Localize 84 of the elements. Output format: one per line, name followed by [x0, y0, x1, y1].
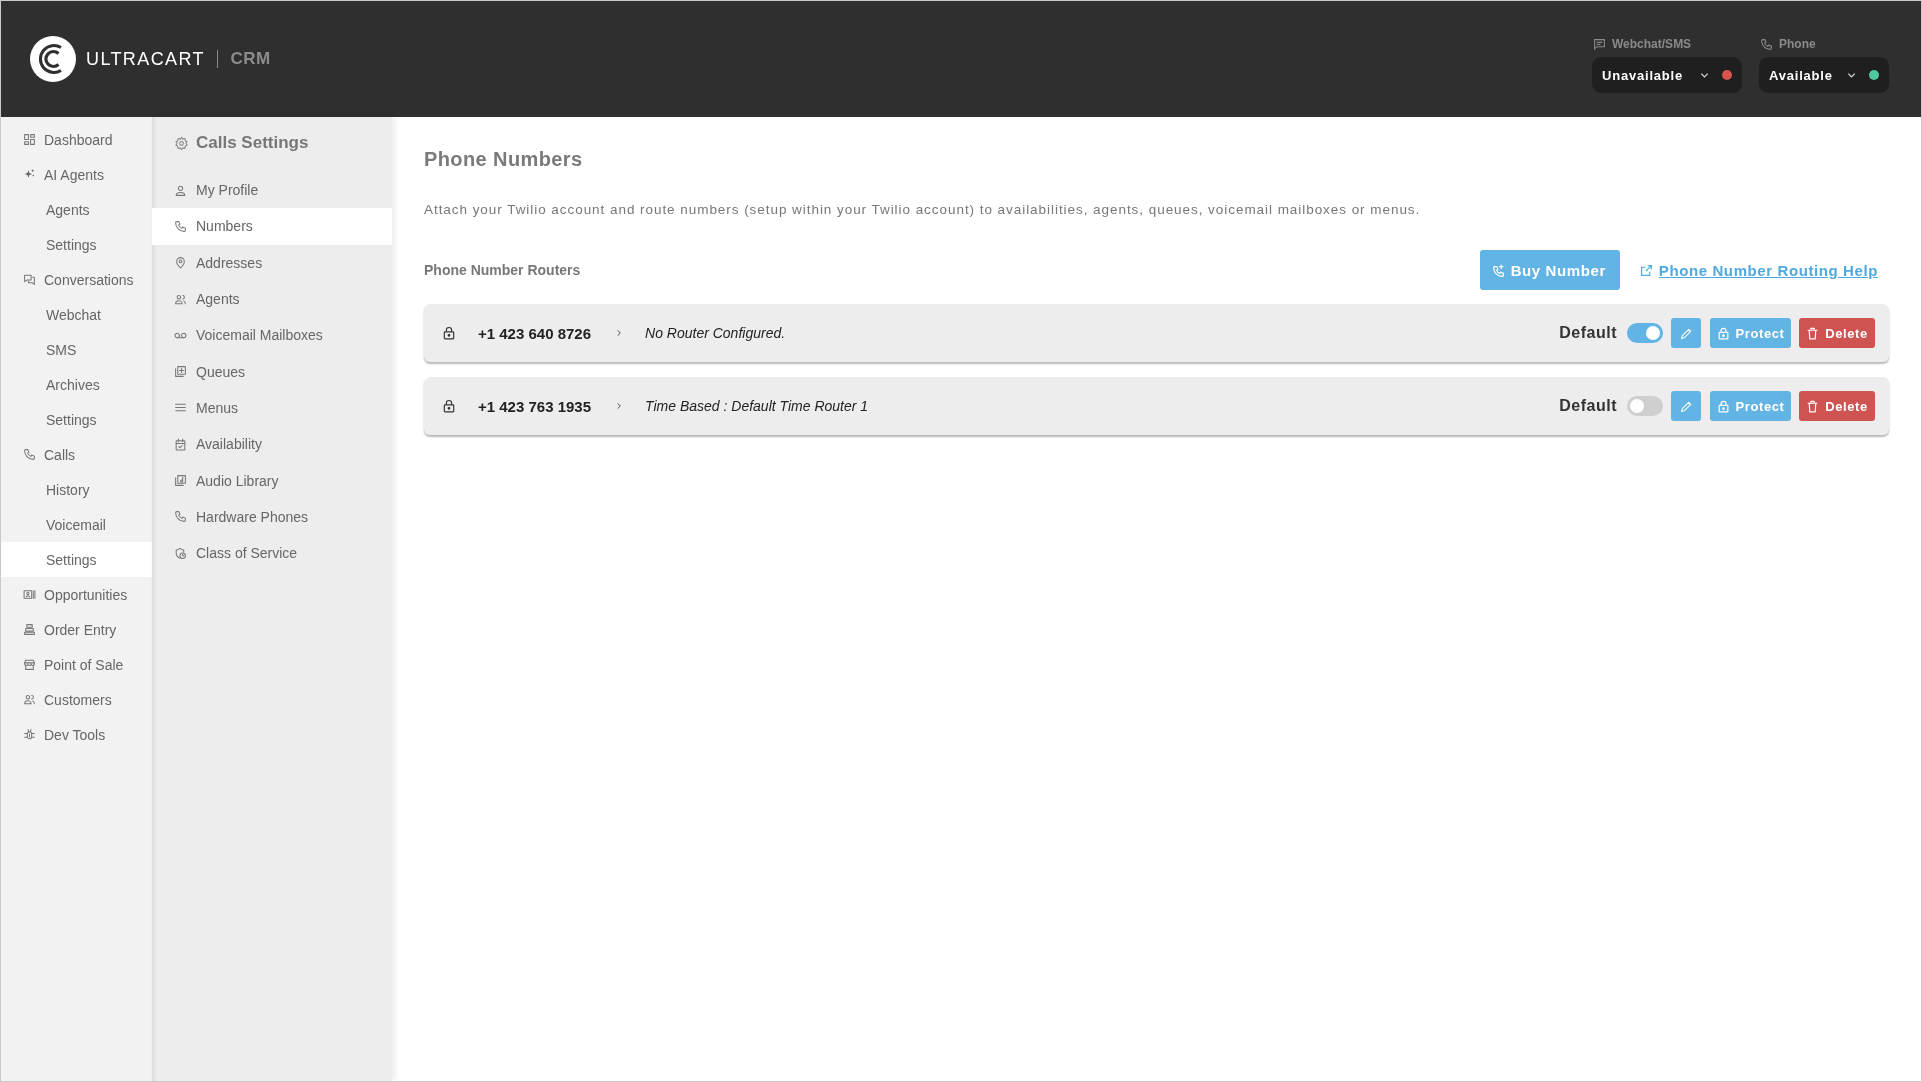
settings-menu-item[interactable]: My Profile [152, 172, 392, 209]
section-title: Phone Number Routers [424, 262, 581, 278]
status-label: Webchat/SMS [1612, 37, 1692, 51]
chat-bubbles-icon [23, 273, 36, 286]
sidebar-item[interactable]: Point of Sale [1, 647, 152, 682]
chevron-icon [615, 328, 624, 338]
lock-icon [442, 325, 456, 341]
chevron-icon [615, 401, 624, 411]
external-link-icon [1639, 263, 1653, 277]
sidebar-item[interactable]: Calls [1, 437, 152, 472]
people-icon [174, 292, 187, 306]
status-dropdown[interactable]: Available [1759, 57, 1889, 93]
sidebar-item[interactable]: AI Agents [1, 157, 152, 192]
sidebar-item[interactable]: Dashboard [1, 122, 152, 157]
settings-menu-item[interactable]: Numbers [152, 208, 392, 245]
shield-clock-icon [174, 546, 187, 560]
phone-number: +1 423 763 1935 [478, 397, 592, 415]
phone-number: +1 423 640 8726 [478, 324, 592, 342]
calendar-check-icon [174, 437, 187, 451]
sidebar-subitem[interactable]: Voicemail [1, 507, 152, 542]
phone-icon [23, 448, 36, 461]
settings-menu-item[interactable]: Voicemail Mailboxes [152, 317, 392, 354]
store-icon [23, 658, 36, 671]
phone-plus-icon [1491, 263, 1505, 277]
settings-menu-item[interactable]: Addresses [152, 244, 392, 281]
status-dropdown[interactable]: Unavailable [1592, 57, 1742, 93]
toggle-switch[interactable] [1627, 396, 1663, 416]
lock-icon [442, 398, 456, 414]
sidebar-subitem[interactable]: Settings [1, 402, 152, 437]
edit-button[interactable] [1671, 391, 1701, 421]
music-library-icon [174, 474, 187, 487]
sidebar-item[interactable]: Conversations [1, 262, 152, 297]
logo-icon [30, 36, 76, 82]
settings-menu-item[interactable]: Menus [152, 389, 392, 427]
router-name: Time Based : Default Time Router 1 [645, 398, 869, 414]
sidebar-subitem[interactable]: Archives [1, 367, 152, 402]
sidebar-item[interactable]: Order Entry [1, 612, 152, 647]
sidebar-item[interactable]: Customers [1, 682, 152, 717]
grid-icon [23, 133, 36, 146]
phone-icon [174, 510, 187, 524]
default-label: Default [1559, 324, 1617, 342]
person-icon [174, 183, 187, 197]
pencil-icon [1679, 326, 1693, 340]
phone-icon [174, 219, 187, 233]
settings-menu-item[interactable]: Queues [152, 353, 392, 390]
sidebar-subitem[interactable]: History [1, 472, 152, 507]
sidebar-subitem[interactable]: SMS [1, 332, 152, 367]
lock-icon [1716, 399, 1730, 413]
people-icon [23, 693, 36, 706]
edit-button[interactable] [1671, 318, 1701, 348]
sidebar-subitem[interactable]: Settings [1, 227, 152, 262]
sidebar-subitem[interactable]: Webchat [1, 297, 152, 332]
sidebar-item[interactable]: Opportunities [1, 577, 152, 612]
settings-menu-item[interactable]: Audio Library [152, 462, 392, 499]
contact-card-icon [23, 588, 36, 601]
bug-icon [23, 728, 36, 741]
trash-icon [1806, 326, 1820, 340]
settings-menu-item[interactable]: Hardware Phones [152, 498, 392, 535]
sidebar-item[interactable]: Dev Tools [1, 717, 152, 752]
stack-icon [23, 623, 36, 636]
panel-title: Calls Settings [196, 133, 309, 153]
router-name: No Router Configured. [645, 325, 786, 341]
trash-icon [1806, 399, 1820, 413]
product-name: CRM [230, 49, 271, 69]
sidebar-subitem[interactable]: Settings [1, 542, 152, 577]
status-label: Phone [1779, 37, 1816, 51]
page-title: Phone Numbers [424, 147, 584, 171]
settings-menu-item[interactable]: Class of Service [152, 534, 392, 572]
map-pin-icon [174, 256, 187, 270]
brand-name: ULTRACART [86, 48, 205, 70]
delete-button[interactable]: Delete [1799, 318, 1875, 348]
toggle-switch[interactable] [1627, 323, 1663, 343]
lock-icon [1716, 326, 1730, 340]
settings-menu-item[interactable]: Agents [152, 280, 392, 318]
delete-button[interactable]: Delete [1799, 391, 1875, 421]
default-label: Default [1559, 397, 1617, 415]
settings-icon [174, 135, 189, 151]
sidebar-subitem[interactable]: Agents [1, 192, 152, 227]
add-stack-icon [174, 365, 187, 379]
page-description: Attach your Twilio account and route numbers (setup within your Twilio account) to availabilities, agents, queues, voicemail mailboxes or menus. [424, 201, 1422, 219]
pencil-icon [1679, 399, 1693, 413]
phone-icon [1760, 37, 1773, 51]
settings-menu-item[interactable]: Availability [152, 426, 392, 463]
message-icon [1593, 37, 1606, 51]
